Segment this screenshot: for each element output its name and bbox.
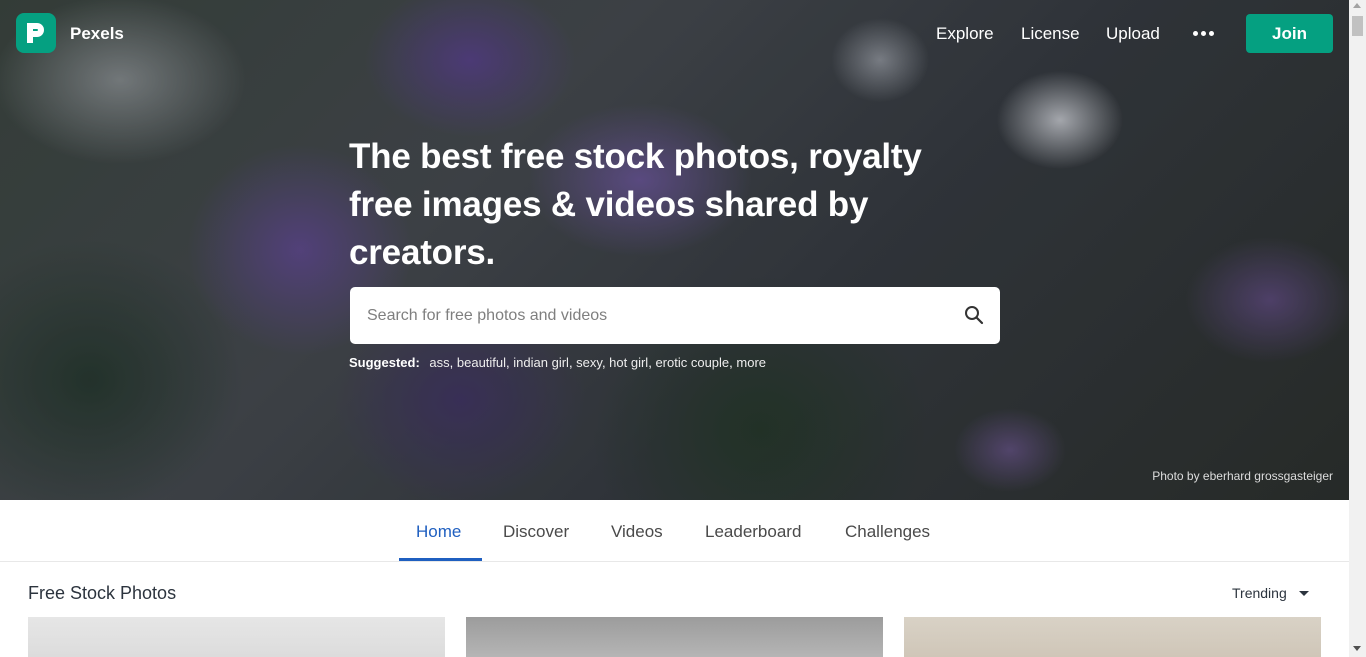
tab-challenges[interactable]: Challenges bbox=[845, 522, 930, 542]
main-tabs: Home Discover Videos Leaderboard Challen… bbox=[0, 500, 1349, 562]
scroll-up-arrow-icon[interactable] bbox=[1353, 3, 1361, 8]
suggested-item[interactable]: beautiful bbox=[457, 355, 506, 370]
sort-dropdown[interactable]: Trending bbox=[1232, 585, 1287, 601]
pexels-logo-icon bbox=[27, 23, 44, 43]
photo-thumbnail[interactable] bbox=[28, 617, 445, 657]
tab-videos[interactable]: Videos bbox=[611, 522, 663, 542]
nav-explore[interactable]: Explore bbox=[936, 24, 994, 44]
brand-name[interactable]: Pexels bbox=[70, 24, 124, 44]
tab-leaderboard[interactable]: Leaderboard bbox=[705, 522, 801, 542]
search-box bbox=[350, 287, 1000, 344]
suggested-item[interactable]: sexy bbox=[576, 355, 602, 370]
suggested-item[interactable]: indian girl bbox=[513, 355, 569, 370]
scroll-down-arrow-icon[interactable] bbox=[1353, 646, 1361, 651]
section-title: Free Stock Photos bbox=[28, 583, 177, 603]
join-button[interactable]: Join bbox=[1246, 14, 1333, 53]
suggested-more[interactable]: more bbox=[736, 355, 766, 370]
search-input[interactable] bbox=[350, 287, 950, 344]
nav-upload[interactable]: Upload bbox=[1106, 24, 1160, 44]
photo-thumbnail[interactable] bbox=[466, 617, 883, 657]
scroll-thumb[interactable] bbox=[1352, 16, 1363, 36]
suggested-label: Suggested: bbox=[349, 355, 420, 370]
page-scrollbar[interactable] bbox=[1349, 0, 1366, 657]
photo-credit[interactable]: Photo by eberhard grossgasteiger bbox=[1152, 469, 1333, 483]
suggested-searches: Suggested: ass, beautiful, indian girl, … bbox=[349, 355, 767, 370]
tab-home[interactable]: Home bbox=[416, 522, 461, 542]
chevron-down-icon[interactable] bbox=[1299, 591, 1309, 596]
active-tab-indicator bbox=[399, 558, 482, 561]
suggested-item[interactable]: hot girl bbox=[609, 355, 648, 370]
hero-headline: The best free stock photos, royalty free… bbox=[349, 137, 922, 272]
suggested-item[interactable]: erotic couple bbox=[655, 355, 729, 370]
photo-thumbnail[interactable] bbox=[904, 617, 1321, 657]
pexels-logo[interactable] bbox=[16, 13, 56, 53]
tab-discover[interactable]: Discover bbox=[503, 522, 569, 542]
nav-license[interactable]: License bbox=[1021, 24, 1080, 44]
suggested-item[interactable]: ass bbox=[429, 355, 449, 370]
search-icon[interactable] bbox=[964, 305, 984, 325]
hero-banner: Pexels Explore License Upload Join The b… bbox=[0, 0, 1349, 500]
more-menu-icon[interactable] bbox=[1193, 31, 1214, 36]
